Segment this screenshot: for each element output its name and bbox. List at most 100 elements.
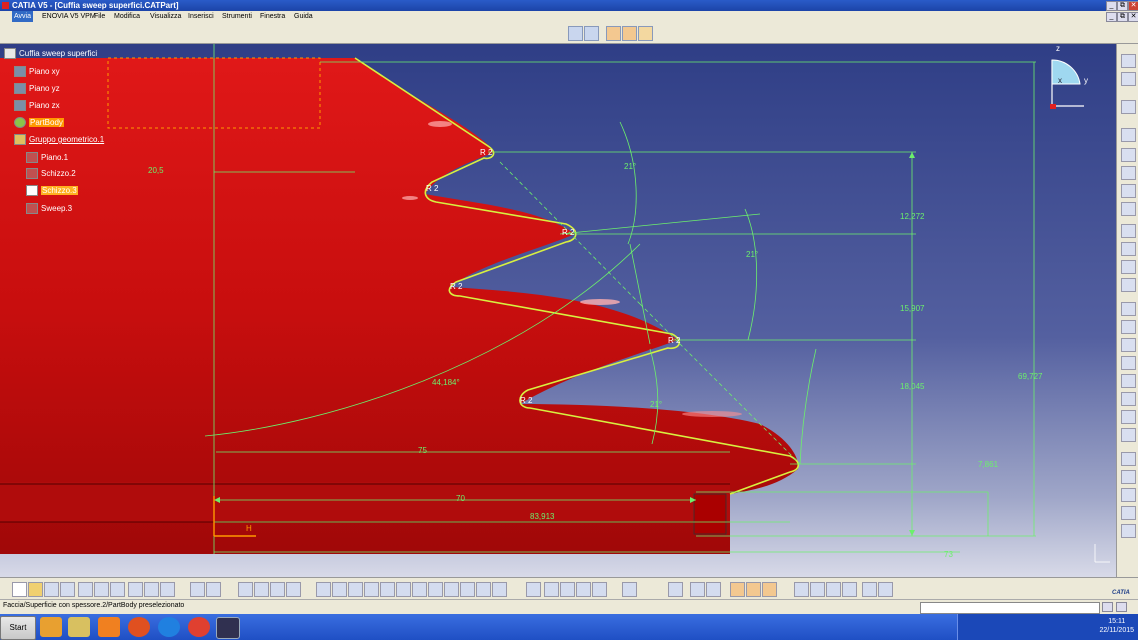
line-icon[interactable] (1121, 392, 1136, 406)
tree-item-schizzo-3[interactable]: Schizzo.3 (26, 185, 78, 197)
corner-icon[interactable] (1121, 452, 1136, 466)
lighting-icon[interactable] (690, 582, 705, 597)
sketch-solving-icon[interactable] (622, 582, 637, 597)
fill-tool-icon[interactable] (842, 582, 857, 597)
angle-label[interactable]: 44,184° (432, 378, 460, 387)
measure-icon[interactable] (254, 582, 269, 597)
rotate-icon[interactable] (364, 582, 379, 597)
tree-item-schizzo-2[interactable]: Schizzo.2 (26, 168, 76, 180)
minimize-button[interactable]: _ (1106, 1, 1117, 11)
circle-icon[interactable] (1121, 338, 1136, 352)
paste-icon[interactable] (110, 582, 125, 597)
depth-icon[interactable] (706, 582, 721, 597)
spline-icon[interactable] (1121, 356, 1136, 370)
dimension-label[interactable]: 69,727 (1018, 372, 1042, 381)
catia-taskbar-icon[interactable] (216, 617, 240, 639)
cut-icon[interactable] (1121, 166, 1136, 180)
chamfer-icon[interactable] (1121, 470, 1136, 484)
doc-restore-button[interactable]: ⧉ (1117, 12, 1128, 22)
radius-label[interactable]: R 2 (562, 228, 574, 237)
menu-file[interactable]: File (94, 11, 105, 22)
dimension-label[interactable]: 75 (418, 446, 427, 455)
save-icon[interactable] (44, 582, 59, 597)
dimension-label[interactable]: 18,045 (900, 382, 924, 391)
radius-label[interactable]: R 2 (480, 148, 492, 157)
fit-all-icon[interactable] (332, 582, 347, 597)
new-file-icon[interactable] (12, 582, 27, 597)
menu-guida[interactable]: Guida (294, 11, 313, 22)
fly-mode-icon[interactable] (316, 582, 331, 597)
pan-icon[interactable] (348, 582, 363, 597)
tree-root[interactable]: Cuffia sweep superfici (4, 48, 97, 60)
tree-item-partbody[interactable]: PartBody (14, 117, 64, 129)
construction-icon[interactable] (592, 582, 607, 597)
media-player-icon[interactable] (40, 617, 62, 637)
radius-label[interactable]: R 2 (520, 396, 532, 405)
constraint-icon[interactable] (1121, 224, 1136, 238)
sketch-icon[interactable] (1121, 128, 1136, 142)
help-icon[interactable] (160, 582, 175, 597)
multi-view-icon[interactable] (428, 582, 443, 597)
copy-icon[interactable] (94, 582, 109, 597)
geometric-constraint-icon[interactable] (638, 26, 653, 41)
menu-visualizza[interactable]: Visualizza (150, 11, 181, 22)
internal-constraint-icon[interactable] (762, 582, 777, 597)
sketch-analysis-icon[interactable] (526, 582, 541, 597)
point-tool-icon[interactable] (794, 582, 809, 597)
tree-item-piano-zx[interactable]: Piano zx (14, 100, 60, 112)
menu-inserisci[interactable]: Inserisci (188, 11, 214, 22)
zoom-in-icon[interactable] (380, 582, 395, 597)
transform-icon[interactable] (1121, 184, 1136, 198)
swap-space-icon[interactable] (492, 582, 507, 597)
doc-close-button[interactable]: ✕ (1128, 12, 1138, 22)
doc-minimize-button[interactable]: _ (1106, 12, 1117, 22)
table-icon[interactable] (238, 582, 253, 597)
dimension-label[interactable]: 73 (944, 550, 953, 559)
split-tool-icon[interactable] (878, 582, 893, 597)
menu-enovia[interactable]: ENOVIA V5 VPM (42, 11, 96, 22)
status-button-2[interactable] (1116, 602, 1127, 612)
ellipse-icon[interactable] (1121, 374, 1136, 388)
menu-finestra[interactable]: Finestra (260, 11, 285, 22)
print-icon[interactable] (60, 582, 75, 597)
mirror-icon[interactable] (1121, 506, 1136, 520)
normal-view-icon[interactable] (412, 582, 427, 597)
dimension-label[interactable]: 70 (456, 494, 465, 503)
outlook-icon[interactable] (98, 617, 120, 637)
trim-icon[interactable] (1121, 488, 1136, 502)
clock[interactable]: 15:11 22/11/2015 (1099, 617, 1134, 635)
dimension-constraint-icon[interactable] (622, 26, 637, 41)
tree-item-piano-1[interactable]: Piano.1 (26, 152, 68, 164)
undo-icon[interactable] (128, 582, 143, 597)
3d-viewport[interactable]: 20,5 21° 21° 21° R 2 R 2 R 2 R 2 R 2 R 2… (0, 44, 1116, 577)
exit-workbench-icon[interactable] (1121, 54, 1136, 68)
menu-avvia[interactable]: Avvia (12, 11, 33, 22)
animate-icon[interactable] (1121, 260, 1136, 274)
cut-part-icon[interactable] (544, 582, 559, 597)
project-icon[interactable] (1121, 524, 1136, 538)
radius-label[interactable]: R 2 (426, 184, 438, 193)
extract-icon[interactable] (1121, 202, 1136, 216)
tree-item-gruppo-geometrico[interactable]: Gruppo geometrico.1 (14, 134, 104, 146)
command-input[interactable] (920, 602, 1100, 614)
grid-snap-icon[interactable] (584, 26, 599, 41)
start-button[interactable]: Start (0, 616, 36, 640)
catalog-icon[interactable] (270, 582, 285, 597)
point-icon[interactable] (1121, 428, 1136, 442)
status-button-1[interactable] (1102, 602, 1113, 612)
shading-icon[interactable] (460, 582, 475, 597)
explorer-icon[interactable] (68, 617, 90, 637)
edit-multi-icon[interactable] (1121, 278, 1136, 292)
redo-icon[interactable] (144, 582, 159, 597)
box-icon[interactable] (1121, 148, 1136, 162)
snap-point-icon[interactable] (576, 582, 591, 597)
firefox-icon[interactable] (128, 617, 150, 637)
chrome-icon[interactable] (188, 617, 210, 637)
radius-label[interactable]: R 2 (668, 336, 680, 345)
formula-icon[interactable] (190, 582, 205, 597)
dimensional-constraint-icon[interactable] (746, 582, 761, 597)
internet-explorer-icon[interactable] (158, 617, 180, 637)
iso-view-icon[interactable] (444, 582, 459, 597)
profile-icon[interactable] (1121, 72, 1136, 86)
open-file-icon[interactable] (28, 582, 43, 597)
